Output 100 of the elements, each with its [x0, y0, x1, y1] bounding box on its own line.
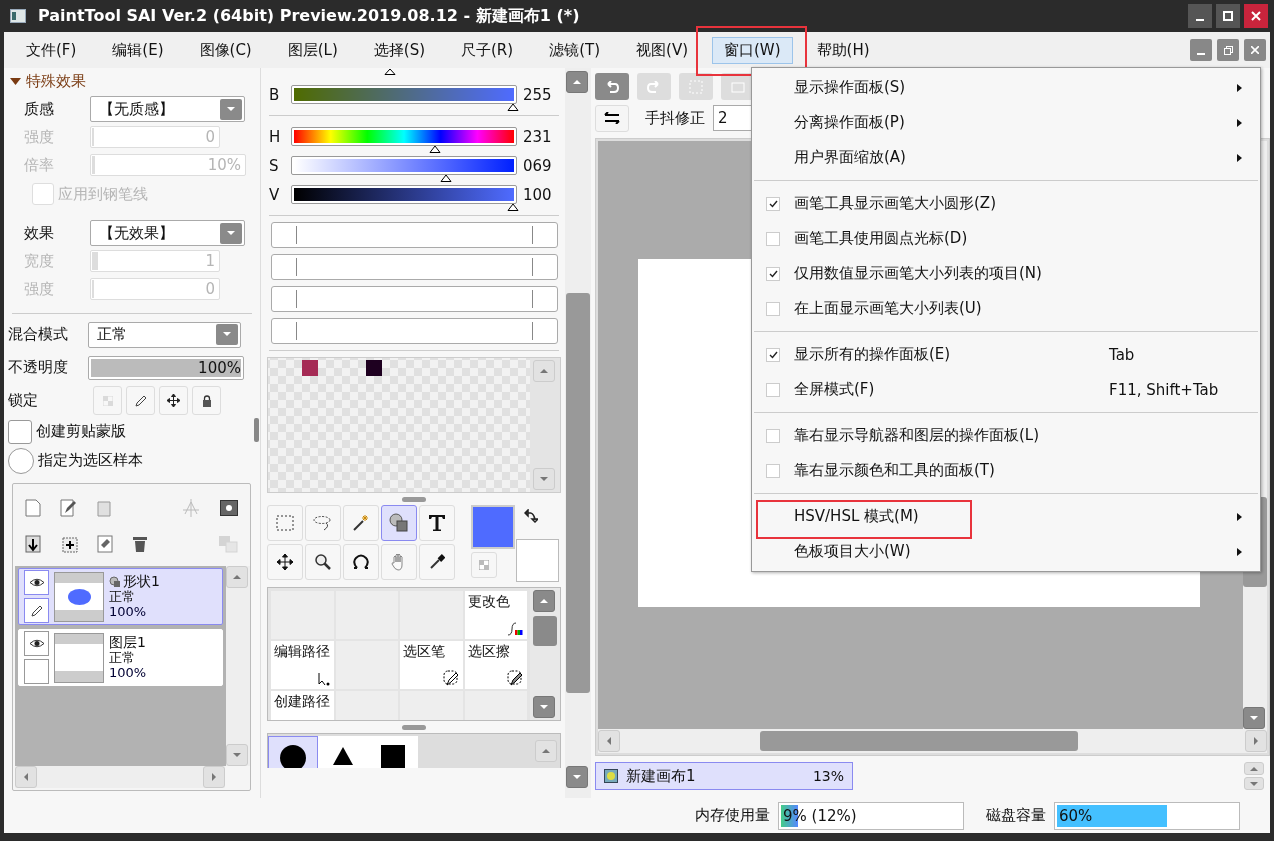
scroll-up-button[interactable]	[533, 360, 555, 382]
checkbox[interactable]	[766, 301, 780, 316]
checkbox[interactable]	[766, 231, 780, 246]
primary-color-swatch[interactable]	[471, 505, 515, 549]
picker-tool-button[interactable]	[419, 544, 455, 580]
transparent-color-button[interactable]	[471, 552, 497, 578]
menu-item[interactable]: 画笔工具显示画笔大小圆形(Z)	[752, 186, 1260, 221]
lock-pen-button[interactable]	[126, 386, 155, 415]
checkbox[interactable]	[766, 382, 780, 397]
minimize-button[interactable]	[1190, 39, 1212, 61]
scroll-left-button[interactable]	[15, 766, 37, 788]
lock-move-button[interactable]	[159, 386, 188, 415]
menu-item[interactable]: 帮助(H)	[804, 36, 882, 64]
minimize-button[interactable]	[1188, 4, 1212, 28]
menu-item[interactable]: 仅用数值显示画笔大小列表的项目(N)	[752, 256, 1260, 291]
scrollbar-thumb[interactable]	[254, 418, 259, 442]
scrollbar-thumb[interactable]	[760, 731, 1078, 751]
merge-down-icon[interactable]	[25, 535, 41, 553]
text-tool-button[interactable]	[419, 505, 455, 541]
circle-shape-button[interactable]	[268, 736, 318, 768]
menu-item[interactable]: 靠右显示颜色和工具的面板(T)	[752, 453, 1260, 488]
scroll-down-button[interactable]	[533, 696, 555, 718]
scroll-up-button[interactable]	[1244, 762, 1264, 775]
texture-dropdown[interactable]: 【无质感】	[90, 96, 245, 122]
scroll-right-button[interactable]	[203, 766, 225, 788]
color-slider[interactable]	[291, 85, 519, 112]
menu-item[interactable]: HSV/HSL 模式(M)	[752, 499, 1260, 534]
scroll-right-button[interactable]	[1245, 730, 1267, 752]
checkbox[interactable]	[766, 463, 780, 478]
menu-item[interactable]: 全屏模式(F) F11, Shift+Tab	[752, 372, 1260, 407]
swap-arrows-icon[interactable]	[524, 509, 538, 523]
checkbox[interactable]	[766, 196, 780, 211]
scroll-down-button[interactable]	[226, 744, 248, 766]
resize-grip[interactable]	[402, 496, 426, 502]
menu-item[interactable]: 滤镜(T)	[537, 36, 613, 64]
lock-all-button[interactable]	[192, 386, 221, 415]
radio-button[interactable]	[8, 447, 34, 474]
menu-item[interactable]: 窗口(W)	[712, 36, 793, 64]
secondary-color-swatch[interactable]	[516, 539, 559, 582]
scroll-down-button[interactable]	[533, 468, 555, 490]
menu-item[interactable]: 显示操作面板(S)	[752, 70, 1260, 105]
menu-item[interactable]: 图层(L)	[275, 36, 350, 64]
flip-button[interactable]	[595, 104, 629, 132]
section-header[interactable]: 特殊效果	[8, 70, 88, 93]
checkbox[interactable]	[766, 428, 780, 443]
menu-item[interactable]: 在上面显示画笔大小列表(U)	[752, 291, 1260, 326]
close-button[interactable]	[1244, 39, 1266, 61]
triangle-shape-button[interactable]	[318, 736, 368, 768]
rotate-tool-button[interactable]	[343, 544, 379, 580]
scroll-up-button[interactable]	[226, 566, 248, 588]
layer-row[interactable]: 形状1 正常 100%	[18, 568, 223, 625]
menu-item[interactable]: 靠右显示导航器和图层的操作面板(L)	[752, 418, 1260, 453]
menu-item[interactable]: 色板项目大小(W)	[752, 534, 1260, 569]
resize-grip[interactable]	[402, 724, 426, 730]
scroll-down-button[interactable]	[1244, 777, 1264, 790]
menu-item[interactable]: 视图(V)	[624, 36, 700, 64]
add-layer-icon[interactable]	[60, 535, 78, 553]
scroll-up-button[interactable]	[566, 71, 588, 93]
scroll-up-button[interactable]	[535, 740, 557, 762]
visibility-toggle[interactable]	[24, 631, 49, 656]
brush-slot[interactable]: 更改色	[464, 591, 527, 639]
blend-mode-dropdown[interactable]: 正常	[88, 321, 241, 348]
menu-item[interactable]: 尺子(R)	[449, 36, 526, 64]
scrollbar-thumb[interactable]	[533, 616, 557, 646]
scroll-left-button[interactable]	[598, 730, 620, 752]
palette-swatch[interactable]	[366, 360, 382, 376]
checkbox[interactable]	[766, 266, 780, 281]
new-layer-icon[interactable]	[25, 499, 41, 517]
layer-row[interactable]: 图层1 正常 100%	[18, 629, 223, 686]
clear-layer-icon[interactable]	[97, 535, 113, 553]
brush-slot[interactable]: 编辑路径	[271, 641, 334, 689]
menu-item[interactable]: 显示所有的操作面板(E) Tab	[752, 337, 1260, 372]
menu-item[interactable]: 画笔工具使用圆点光标(D)	[752, 221, 1260, 256]
brush-slot[interactable]: 选区擦	[464, 641, 527, 689]
menu-item[interactable]: 文件(F)	[14, 36, 89, 64]
menu-item[interactable]: 选择(S)	[361, 36, 437, 64]
zoom-tool-button[interactable]	[305, 544, 341, 580]
close-button[interactable]	[1244, 4, 1268, 28]
move-tool-button[interactable]	[267, 544, 303, 580]
scroll-down-button[interactable]	[566, 766, 588, 788]
color-slider[interactable]	[291, 156, 519, 183]
shape-tool-button[interactable]	[381, 505, 417, 541]
scroll-down-button[interactable]	[1243, 707, 1265, 729]
checkbox[interactable]	[8, 419, 32, 444]
layer-mask-icon[interactable]	[220, 500, 238, 516]
pen-toggle[interactable]	[24, 598, 49, 623]
deselect-button[interactable]	[679, 73, 713, 100]
menu-item[interactable]: 图像(C)	[187, 36, 264, 64]
trash-icon[interactable]	[132, 535, 148, 553]
scroll-up-button[interactable]	[533, 590, 555, 612]
visibility-toggle[interactable]	[24, 570, 49, 595]
opacity-slider[interactable]: 100%	[88, 355, 244, 380]
brush-slot[interactable]: 创建路径	[271, 691, 334, 720]
square-shape-button[interactable]	[368, 736, 418, 768]
effect-dropdown[interactable]: 【无效果】	[90, 220, 245, 246]
color-slider[interactable]	[291, 127, 519, 154]
scrollbar-thumb[interactable]	[566, 293, 590, 693]
new-pen-layer-icon[interactable]	[60, 499, 78, 517]
maximize-button[interactable]	[1216, 4, 1240, 28]
checkbox[interactable]	[766, 347, 780, 362]
